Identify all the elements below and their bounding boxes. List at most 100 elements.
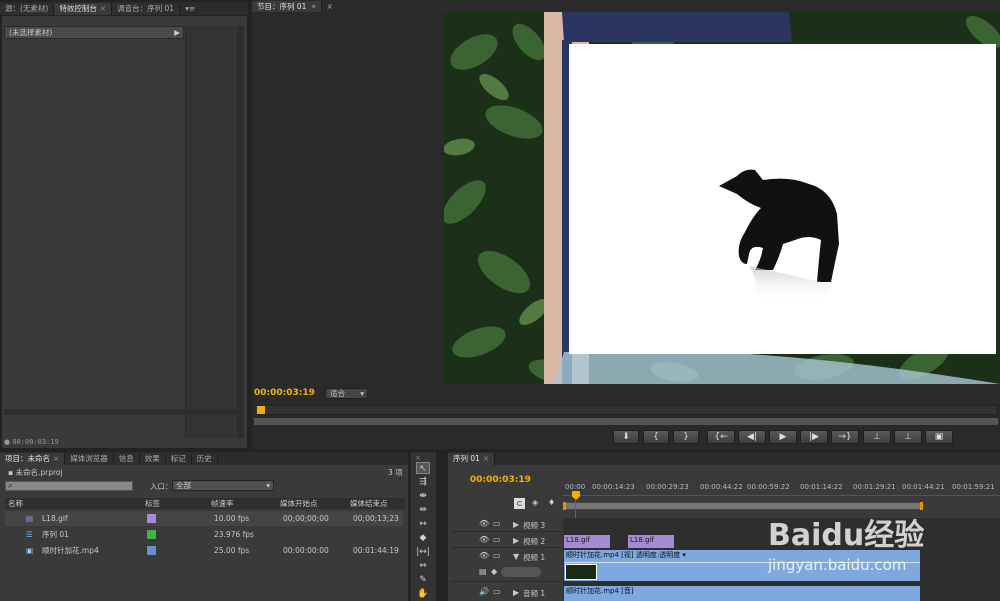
scrollbar[interactable] xyxy=(236,26,244,438)
work-area-in-handle[interactable] xyxy=(563,502,566,510)
label-color-swatch[interactable] xyxy=(147,514,156,523)
ripple-edit-tool-icon[interactable]: ⇼ xyxy=(416,490,430,502)
tab-effect-controls[interactable]: 特效控制台 × xyxy=(54,3,113,15)
eye-icon[interactable]: 👁 xyxy=(479,535,489,544)
slip-tool-icon[interactable]: |↔| xyxy=(416,546,430,558)
keyframe-icon[interactable]: ◆ xyxy=(491,567,497,576)
mini-timeline xyxy=(185,26,235,438)
play-button[interactable]: ▶ xyxy=(769,430,797,444)
pen-tool-icon[interactable]: ✎ xyxy=(416,574,430,586)
program-timecode[interactable]: 00:00:03:19 xyxy=(254,388,315,398)
lift-button[interactable]: ⊥ xyxy=(863,430,891,444)
in-point-dropdown[interactable]: 全部 ▾ xyxy=(172,480,274,491)
collapse-triangle-icon[interactable]: ▼ xyxy=(513,552,519,561)
mark-out-button[interactable]: } xyxy=(673,430,699,444)
close-icon[interactable]: × xyxy=(100,4,106,13)
tab-history[interactable]: 历史 xyxy=(191,453,218,465)
clip-audio-mp4[interactable]: 顺时针加花.mp4 [音] xyxy=(564,586,920,601)
tab-project[interactable]: 项目：未命名 × xyxy=(0,453,66,465)
tab-audio-mixer[interactable]: 调音台：序列 01 xyxy=(112,3,181,15)
ruler-tick: 00:01:29:21 xyxy=(853,483,896,491)
horizontal-scrollbar[interactable] xyxy=(4,409,239,415)
expand-triangle-icon[interactable]: ▶ xyxy=(513,536,519,545)
mark-in-button[interactable]: { xyxy=(643,430,669,444)
step-back-button[interactable]: ◀| xyxy=(738,430,766,444)
work-area-out-handle[interactable] xyxy=(920,502,923,510)
close-icon[interactable]: × xyxy=(483,454,489,463)
sequence-marker-icon[interactable]: ♦ xyxy=(548,498,555,507)
still-image-icon: ▤ xyxy=(26,514,34,523)
project-file-name: ▪ 未命名.prproj xyxy=(8,468,63,477)
rolling-edit-tool-icon[interactable]: ⇹ xyxy=(416,504,430,516)
ruler-tick: 00:00:29:23 xyxy=(646,483,689,491)
tab-info[interactable]: 信息 xyxy=(113,453,140,465)
clip-l18-gif[interactable]: L18.gif xyxy=(628,535,674,548)
column-header-row: 名称 标签 帧速率 媒体开始点 媒体结束点 xyxy=(5,498,405,509)
table-row[interactable]: ▣ 顺时针加花.mp4 25.00 fps 00:00:00:00 00:01:… xyxy=(5,543,403,558)
eye-icon[interactable]: 👁 xyxy=(479,519,489,528)
project-tabbar: 项目：未命名 × 媒体浏览器 信息 效果 标记 历史 xyxy=(0,452,408,465)
rate-stretch-tool-icon[interactable]: ↔ xyxy=(416,518,430,530)
crouching-figure-image xyxy=(719,169,839,303)
close-icon[interactable]: × xyxy=(53,454,59,463)
tab-sequence-01[interactable]: 序列 01 × xyxy=(448,453,496,465)
snap-icon[interactable]: ⊂ xyxy=(514,498,525,509)
sequence-icon: ☰ xyxy=(26,530,33,539)
tab-source[interactable]: 源：(无素材) xyxy=(0,3,55,15)
label-color-swatch[interactable] xyxy=(147,546,156,555)
add-marker-button[interactable]: ⬇ xyxy=(613,430,639,444)
tab-media-browser[interactable]: 媒体浏览器 xyxy=(65,453,114,465)
play-triangle-icon[interactable]: ▶ xyxy=(174,27,180,38)
program-video-frame xyxy=(444,12,1000,384)
selection-tool-icon[interactable]: ↖ xyxy=(416,462,430,474)
tab-markers[interactable]: 标记 xyxy=(165,453,192,465)
sync-lock-icon[interactable]: ▭ xyxy=(493,535,501,544)
go-to-out-button[interactable]: →} xyxy=(831,430,859,444)
column-frame-rate[interactable]: 帧速率 xyxy=(211,498,234,509)
work-area-bar[interactable] xyxy=(563,502,923,510)
column-media-end[interactable]: 媒体结束点 xyxy=(350,498,388,509)
sync-lock-icon[interactable]: ▭ xyxy=(493,551,501,560)
column-media-start[interactable]: 媒体开始点 xyxy=(280,498,318,509)
ruler-tick: 00:00 xyxy=(565,483,586,491)
extract-button[interactable]: ⊥ xyxy=(894,430,922,444)
expand-triangle-icon[interactable]: ▶ xyxy=(513,588,519,597)
column-label[interactable]: 标签 xyxy=(145,498,160,509)
table-row[interactable]: ☰ 序列 01 23.976 fps xyxy=(5,527,403,542)
track-select-tool-icon[interactable]: ⇶ xyxy=(416,476,430,488)
baidu-watermark-url: jingyan.baidu.com xyxy=(768,556,907,574)
speaker-icon[interactable]: 🔊 xyxy=(479,587,489,596)
column-name[interactable]: 名称 xyxy=(8,498,23,509)
clip-l18-gif[interactable]: L18.gif xyxy=(564,535,610,548)
export-frame-icon[interactable]: ▣ xyxy=(925,430,953,444)
timeline-timecode[interactable]: 00:00:03:19 xyxy=(470,475,531,485)
label-color-swatch[interactable] xyxy=(147,530,156,539)
panel-close-icon[interactable]: × xyxy=(415,454,421,462)
chevron-down-icon[interactable]: ▾ xyxy=(312,2,316,11)
go-to-in-button[interactable]: {← xyxy=(707,430,735,444)
tab-effects[interactable]: 效果 xyxy=(139,453,166,465)
zoom-bar[interactable] xyxy=(254,418,998,425)
sync-lock-icon[interactable]: ▭ xyxy=(493,587,501,596)
playhead-marker[interactable] xyxy=(257,406,265,414)
search-input[interactable]: ⌕ xyxy=(5,481,133,491)
baidu-watermark-logo: Baidu经验 xyxy=(768,518,925,553)
step-forward-button[interactable]: |▶ xyxy=(800,430,828,444)
ruler-tick: 00:00:14:23 xyxy=(592,483,635,491)
hand-tool-icon[interactable]: ✋ xyxy=(416,588,430,600)
in-label: 入口： xyxy=(150,482,173,491)
display-style-icon[interactable]: ▤ xyxy=(479,567,487,576)
ruler-tick: 00:01:59:21 xyxy=(952,483,995,491)
fit-dropdown[interactable]: 适合 ▾ xyxy=(325,388,368,399)
program-scrubber[interactable] xyxy=(254,405,998,415)
sync-lock-icon[interactable]: ▭ xyxy=(493,519,501,528)
razor-tool-icon[interactable]: ◆ xyxy=(416,532,430,544)
marker-icon[interactable]: ◈ xyxy=(532,498,538,507)
keyframe-navigator[interactable] xyxy=(501,567,541,577)
expand-triangle-icon[interactable]: ▶ xyxy=(513,520,519,529)
panel-menu-icon[interactable]: ▾≡ xyxy=(180,3,201,15)
table-row[interactable]: ▤ L18.gif 10.00 fps 00;00;00;00 00;00;13… xyxy=(5,511,403,526)
slide-tool-icon[interactable]: ⇔ xyxy=(416,560,430,572)
chevron-down-icon: ▾ xyxy=(360,389,364,398)
eye-icon[interactable]: 👁 xyxy=(479,551,489,560)
